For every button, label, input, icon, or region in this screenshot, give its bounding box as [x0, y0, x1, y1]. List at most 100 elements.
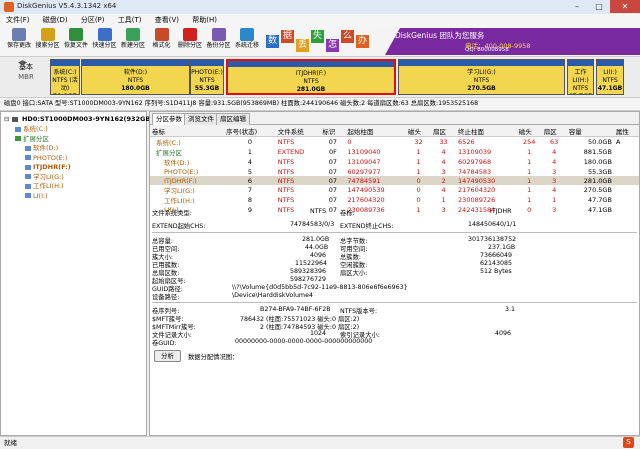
start-sector-value: 598276729	[290, 276, 327, 283]
menu-file[interactable]: 文件(F)	[0, 14, 35, 26]
column-header[interactable]: 文件系统	[275, 125, 321, 137]
tree-item[interactable]: LI(I:)	[25, 192, 48, 201]
harddisk-icon	[11, 116, 18, 122]
partition-fs: NTFS	[602, 77, 618, 84]
tree-item[interactable]: 软件(D:)	[25, 144, 58, 153]
table-row[interactable]: ITJDHR(F:) 6 NTFS 07 74784591 0 2 147490530 1 3 28…	[150, 176, 639, 185]
disk-partition-2[interactable]: PHOTO(E:) NTFS 55.3GB	[190, 59, 224, 95]
partition-fs: NTFS	[199, 77, 215, 84]
column-header[interactable]: 卷标	[150, 125, 225, 137]
column-header[interactable]: 扇区	[541, 125, 567, 137]
partition-size: 47.7GB	[568, 93, 593, 94]
partition-size: 270.5GB	[467, 85, 496, 92]
menu-partition[interactable]: 分区(P)	[75, 14, 110, 26]
column-header[interactable]: 序号(状态)	[224, 125, 276, 137]
column-header[interactable]: 起始柱面	[345, 125, 407, 137]
disk-partition-4[interactable]: 学习LI(G:) NTFS 270.5GB	[398, 59, 565, 95]
tree-item[interactable]: 扩展分区	[15, 135, 49, 144]
table-cell: 63	[550, 138, 559, 146]
menu-disk[interactable]: 磁盘(D)	[37, 14, 73, 26]
disk-partition-6[interactable]: LI(I:) NTFS 47.1GB	[596, 59, 624, 95]
table-cell: 0	[347, 138, 352, 146]
table-cell: 软件(D:)	[164, 159, 190, 167]
disk-partition-1[interactable]: 软件(D:) NTFS 180.0GB	[81, 59, 190, 95]
column-header[interactable]: 磁头	[516, 125, 542, 137]
menu-help[interactable]: 帮助(H)	[186, 14, 222, 26]
partition-usage-bar	[191, 60, 223, 66]
table-cell: 180.0GB	[583, 158, 612, 166]
table-cell: 4	[441, 148, 446, 156]
partition-name: ITJDHR(F:)	[295, 70, 327, 77]
table-cell: 5	[247, 167, 252, 176]
index-size-value: 4096	[495, 330, 512, 337]
partition-size: 55.3GB	[194, 85, 220, 92]
table-cell: 3	[552, 167, 557, 176]
tab-browse-files[interactable]: 浏览文件	[184, 113, 218, 125]
device-path-label: 设备路径:	[152, 294, 180, 301]
table-cell: 881.5GB	[583, 148, 612, 156]
tree-item[interactable]: 工作LI(H:)	[25, 182, 64, 191]
tab-sector-edit[interactable]: 扇区编辑	[216, 113, 250, 125]
column-header[interactable]: 容量	[566, 125, 614, 137]
minimize-button[interactable]: –	[566, 0, 588, 13]
table-cell: 1	[416, 158, 421, 166]
tree-disk-node[interactable]: ⊟ HD0:ST1000DM003-9YN162(932GB)	[4, 115, 153, 124]
recover-file-icon	[69, 28, 83, 41]
tree-item-label: PHOTO(E:)	[33, 153, 68, 162]
table-row[interactable]: 学习LI(G:) 7 NTFS 07 147490539 0 4 217604320 1 4 270…	[150, 185, 639, 195]
table-row[interactable]: 系统(C:) 0 NTFS 07 0 32 33 6526 254 63 50.0GB A	[150, 137, 639, 147]
partition-usage-bar	[51, 60, 79, 66]
partition-usage-bar	[597, 60, 623, 66]
tree-disk-label: HD0:ST1000DM003-9YN162(932GB)	[21, 115, 154, 123]
total-bytes-value: 301736138752	[468, 236, 517, 243]
partition-name: 工作LI(H:)	[572, 69, 589, 84]
column-header[interactable]: 扇区	[431, 125, 457, 137]
table-cell	[614, 167, 639, 176]
tree-item[interactable]: ITJDHR(F:)	[25, 163, 71, 172]
column-header[interactable]: 终止柱面	[456, 125, 517, 137]
status-bar: 就绪 S	[0, 436, 640, 449]
disk-partition-0[interactable]: 系统(C:)NTFS (活动)50.0GB	[50, 59, 80, 95]
table-row[interactable]: PHOTO(E:) 5 NTFS 07 60297977 1 3 74784583 1 3 55.3…	[150, 167, 639, 176]
table-cell: NTFS	[277, 138, 295, 146]
disk-map-arrows[interactable]: ◀▶	[18, 59, 30, 95]
table-cell: 0	[247, 138, 252, 146]
close-button[interactable]: ✕	[610, 0, 640, 13]
quick-partition-icon	[97, 28, 112, 41]
ext-start-value: 74784583/0/3	[290, 221, 335, 228]
table-cell	[614, 157, 639, 167]
new-partition-icon	[126, 28, 140, 41]
tree-item-label: 学习LI(G:)	[33, 172, 64, 181]
disk-partition-5[interactable]: 工作LI(H:)NTFS47.7GB	[567, 59, 594, 95]
column-header[interactable]: 标识	[320, 125, 346, 137]
ime-icon[interactable]: S	[623, 437, 634, 448]
tree-item[interactable]: 学习LI(G:)	[25, 173, 64, 182]
partition-icon	[25, 193, 31, 198]
table-cell: NTFS	[277, 167, 295, 176]
sector-size-label: 扇区大小:	[340, 270, 368, 277]
column-header[interactable]: 磁头	[406, 125, 432, 137]
table-cell: 系统(C:)	[156, 139, 181, 147]
disk-info-text: 磁盘0 接口:SATA 型号:ST1000DM003-9YN162 序列号:S1…	[4, 100, 479, 107]
disk-map: 基本 MBR ◀▶ 系统(C:)NTFS (活动)50.0GB软件(D:)NTF…	[0, 57, 640, 98]
disk-partition-3[interactable]: ITJDHR(F:) NTFS 281.0GB	[226, 59, 396, 95]
table-cell: 6526	[458, 138, 475, 146]
promo-banner[interactable]: 数据丢失怎么办 DiskGenius 团队为您服务 电话：400-008-995…	[260, 26, 640, 56]
tree-item[interactable]: 系统(C:)	[15, 125, 48, 134]
total-sectors-value: 589328396	[290, 268, 327, 275]
table-cell: 1	[516, 176, 542, 185]
analyze-button[interactable]: 分析	[154, 350, 181, 362]
menu-tools[interactable]: 工具(T)	[112, 14, 147, 26]
table-row[interactable]: 软件(D:) 4 NTFS 07 13109047 1 4 60297968 1 4 180.0GB	[150, 157, 639, 167]
tree-item[interactable]: PHOTO(E:)	[25, 154, 67, 163]
window-title: DiskGenius V5.4.3.1342 x64	[17, 2, 117, 10]
table-cell	[614, 147, 639, 157]
table-cell: 1	[527, 186, 532, 194]
table-row[interactable]: 扩展分区 1 EXTEND 0F 13109040 1 4 13109039 1 4 881.5GB	[150, 147, 639, 157]
backup-partition-icon	[211, 28, 226, 41]
table-cell: 07	[328, 186, 338, 194]
maximize-button[interactable]: □	[588, 0, 610, 13]
column-header[interactable]: 属性	[613, 125, 639, 137]
toolbar-button-8[interactable]: 系统迁移	[231, 27, 263, 55]
menu-view[interactable]: 查看(V)	[149, 14, 184, 26]
